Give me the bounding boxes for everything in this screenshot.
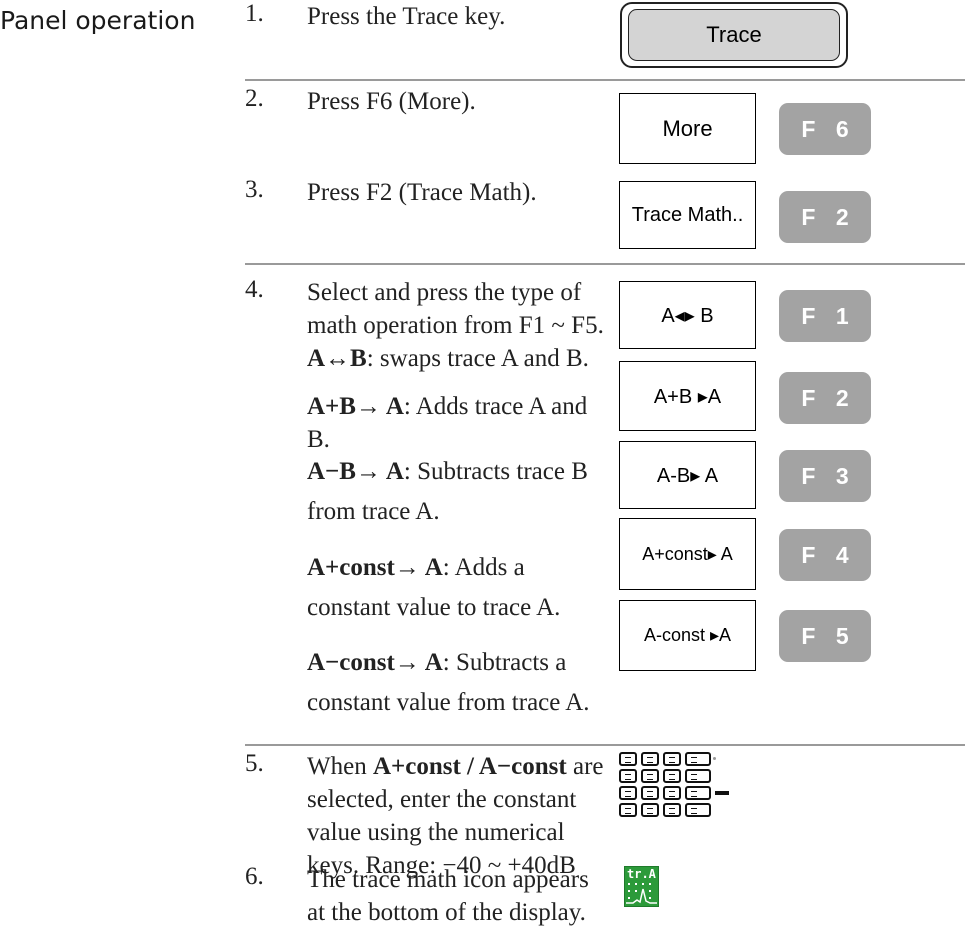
step-6-number: 6. [245,863,264,890]
op-add-label: A+B→ A [307,393,404,420]
step-5-text-bold: A+const / A−const [372,753,567,780]
f2-key[interactable]: F 2 [779,191,871,243]
op-subtract-label: A−B→ A [307,458,404,485]
trace-key[interactable]: Trace [628,9,840,61]
trace-math-icon-text: tr.A [627,867,656,881]
step-3-number: 3. [245,176,264,203]
op-swap-desc: : swaps trace A and B. [366,345,589,372]
f1-key[interactable]: F 1 [779,290,871,342]
f4-key[interactable]: F 4 [779,529,871,581]
op-subtract-const: A−const→ A: Subtracts a constant value f… [307,643,607,723]
trace-math-icon: tr.A [624,866,659,907]
op-swap-label: A↔B [307,345,367,372]
step-divider [245,79,965,81]
op-subtract: A−B→ A: Subtracts trace B from trace A. [307,452,607,532]
step-divider [245,744,965,746]
a-plus-const-softkey[interactable]: A+const▸ A [619,518,756,590]
trace-math-softkey[interactable]: Trace Math.. [619,181,756,249]
op-subtract-const-label: A−const→ A [307,649,443,676]
f6-key[interactable]: F 6 [779,103,871,155]
step-6-text: The trace math icon appears at the botto… [307,866,589,926]
op-add-const: A+const→ A: Adds a constant value to tra… [307,548,607,628]
f2-key[interactable]: F 2 [779,372,871,424]
step-2-number: 2. [245,85,264,112]
a-swap-b-softkey[interactable]: A◂▸ B [619,281,756,349]
op-swap: A↔B: swaps trace A and B. [307,342,607,375]
step-1-number: 1. [245,0,264,27]
step-4-text: Select and press the type of math operat… [307,279,604,339]
step-5-number: 5. [245,750,264,777]
a-minus-b-softkey[interactable]: A-B▸ A [619,441,756,509]
more-softkey[interactable]: More [619,93,756,164]
op-add-const-label: A+const→ A [307,554,443,581]
step-4-number: 4. [245,276,264,303]
a-minus-const-softkey[interactable]: A-const ▸A [619,600,756,671]
step-3-text: Press F2 (Trace Math). [307,179,537,206]
a-plus-b-softkey[interactable]: A+B ▸A [619,361,756,431]
step-divider [245,263,965,265]
step-2-text: Press F6 (More). [307,88,476,115]
section-title: Panel operation [0,6,196,35]
f5-key[interactable]: F 5 [779,610,871,662]
step-1-text: Press the Trace key. [307,3,506,30]
trace-math-waveform [626,883,657,904]
op-add: A+B→ A: Adds trace A and B. [307,390,607,456]
f3-key[interactable]: F 3 [779,450,871,502]
step-5-text-pre: When [307,753,373,780]
